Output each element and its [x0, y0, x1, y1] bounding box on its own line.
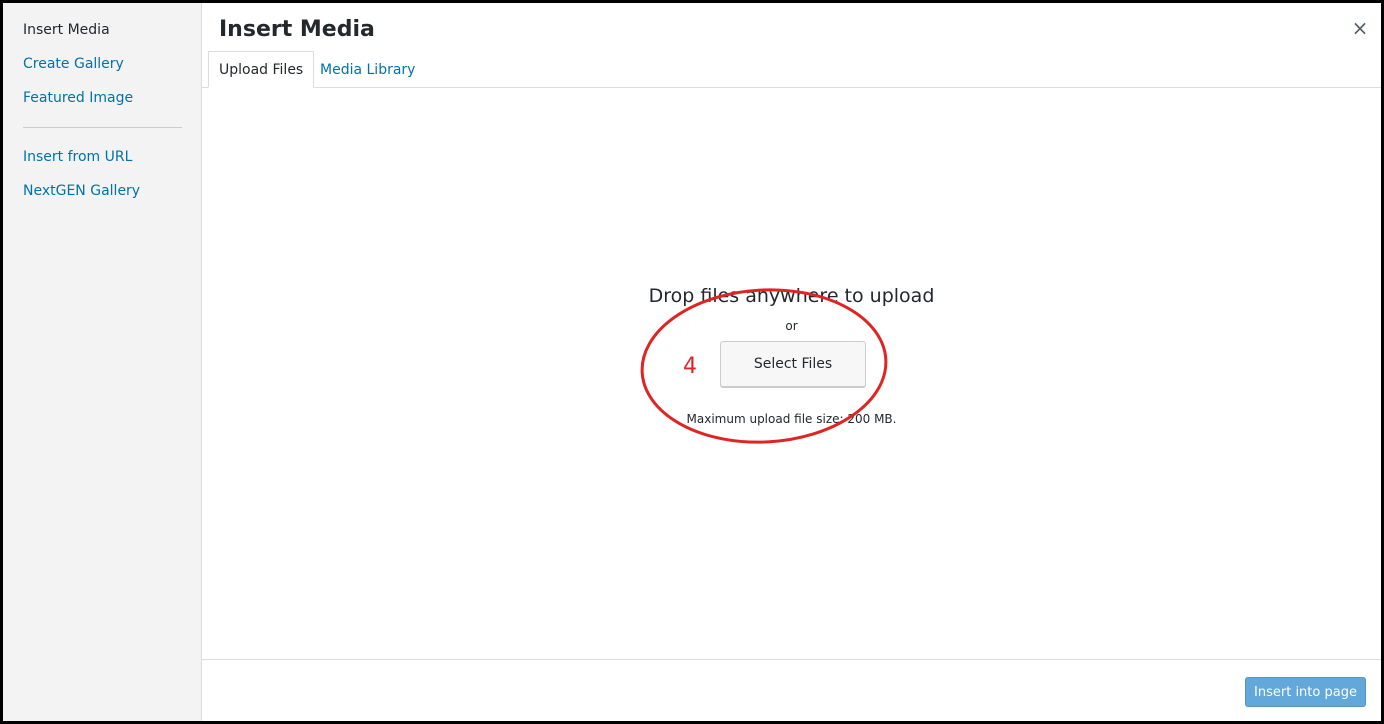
or-text: or	[785, 319, 798, 333]
tab-upload-files[interactable]: Upload Files	[208, 51, 315, 88]
annotation-number: 4	[683, 354, 697, 379]
select-files-button[interactable]: Select Files	[720, 341, 866, 387]
sidebar-item-insert-from-url[interactable]: Insert from URL	[23, 148, 132, 166]
max-upload-size-text: Maximum upload file size: 200 MB.	[686, 412, 897, 426]
insert-into-page-button[interactable]: Insert into page	[1245, 677, 1366, 707]
sidebar-item-insert-media[interactable]: Insert Media	[23, 21, 110, 39]
insert-media-modal: Insert Media Create Gallery Featured Ima…	[3, 3, 1381, 721]
sidebar-item-create-gallery[interactable]: Create Gallery	[23, 55, 124, 73]
sidebar-separator	[23, 127, 182, 128]
close-icon[interactable]: ×	[1349, 17, 1371, 39]
page-title: Insert Media	[219, 17, 375, 42]
media-sidebar: Insert Media Create Gallery Featured Ima…	[3, 3, 202, 721]
tab-media-library[interactable]: Media Library	[309, 51, 426, 88]
media-footer: Insert into page	[202, 659, 1381, 721]
sidebar-item-featured-image[interactable]: Featured Image	[23, 89, 133, 107]
drop-files-text: Drop files anywhere to upload	[648, 285, 935, 307]
sidebar-item-nextgen-gallery[interactable]: NextGEN Gallery	[23, 182, 140, 200]
